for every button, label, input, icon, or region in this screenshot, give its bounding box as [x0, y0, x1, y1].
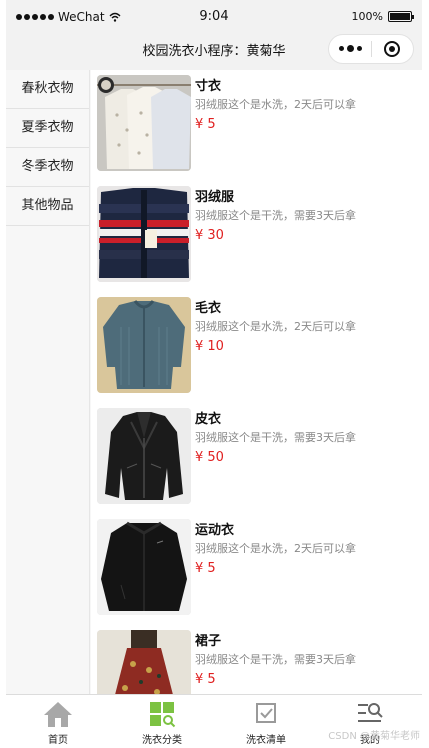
product-desc: 羽绒服这个是水洗，2天后可以拿 — [195, 320, 356, 333]
category-icon — [147, 700, 177, 728]
battery-icon — [388, 11, 414, 22]
product-name: 羽绒服 — [195, 190, 235, 205]
product-desc: 羽绒服这个是干洗，需要3天后拿 — [195, 653, 356, 666]
checklist-icon — [251, 700, 281, 728]
tab-label-checklist: 洗衣清单 — [246, 735, 286, 746]
product-name: 运动衣 — [195, 523, 235, 538]
product-desc: 羽绒服这个是干洗，需要3天后拿 — [195, 431, 356, 444]
product-price: ¥ 5 — [195, 561, 216, 576]
sidebar-item-summer[interactable]: 夏季衣物 — [6, 109, 89, 148]
product-price: ¥ 5 — [195, 672, 216, 687]
product-name: 寸衣 — [195, 79, 222, 94]
product-item[interactable]: 寸衣 羽绒服这个是水洗，2天后可以拿 ¥ 5 — [91, 70, 422, 171]
sidebar-item-spring-autumn[interactable]: 春秋衣物 — [6, 70, 89, 109]
nav-bar: 校园洗衣小程序：黄菊华 — [6, 34, 422, 70]
product-desc: 羽绒服这个是水洗，2天后可以拿 — [195, 98, 356, 111]
tab-home[interactable]: 首页 — [6, 695, 110, 748]
product-price: ¥ 10 — [195, 339, 224, 354]
product-item[interactable]: 裙子 羽绒服这个是干洗，需要3天后拿 ¥ 5 — [91, 625, 422, 694]
product-desc: 羽绒服这个是水洗，2天后可以拿 — [195, 542, 356, 555]
profile-search-icon — [355, 700, 385, 728]
status-bar: WeChat 9:04 100% — [6, 0, 422, 34]
product-item[interactable]: 皮衣 羽绒服这个是干洗，需要3天后拿 ¥ 50 — [91, 403, 422, 504]
product-price: ¥ 5 — [195, 117, 216, 132]
sidebar-item-winter[interactable]: 冬季衣物 — [6, 148, 89, 187]
product-price: ¥ 50 — [195, 450, 224, 465]
battery-percent: 100% — [351, 10, 383, 23]
watermark-text: CSDN @黄菊华老师 — [328, 731, 420, 742]
tab-label-home: 首页 — [48, 735, 68, 746]
product-image-shirts — [97, 75, 191, 171]
tab-checklist[interactable]: 洗衣清单 — [214, 695, 318, 748]
more-menu-icon[interactable] — [329, 45, 371, 52]
category-sidebar: 春秋衣物 夏季衣物 冬季衣物 其他物品 — [6, 70, 90, 694]
tab-category[interactable]: 洗衣分类 — [110, 695, 214, 748]
close-miniprogram-icon[interactable] — [372, 41, 413, 57]
miniprogram-capsule — [328, 34, 414, 64]
sidebar-item-other[interactable]: 其他物品 — [6, 187, 89, 226]
home-icon — [43, 700, 73, 728]
product-image-down-jacket — [97, 186, 191, 282]
product-name: 皮衣 — [195, 412, 222, 427]
product-price: ¥ 30 — [195, 228, 224, 243]
product-image-skirt — [97, 630, 191, 694]
product-name: 裙子 — [195, 634, 222, 649]
product-item[interactable]: 运动衣 羽绒服这个是水洗，2天后可以拿 ¥ 5 — [91, 514, 422, 615]
product-name: 毛衣 — [195, 301, 222, 316]
product-item[interactable]: 羽绒服 羽绒服这个是干洗，需要3天后拿 ¥ 30 — [91, 181, 422, 282]
product-image-sports-jacket — [97, 519, 191, 615]
product-list: 寸衣 羽绒服这个是水洗，2天后可以拿 ¥ 5 羽绒服 羽绒服这个是干洗，需要3天… — [91, 70, 422, 694]
tab-label-category: 洗衣分类 — [142, 735, 182, 746]
product-desc: 羽绒服这个是干洗，需要3天后拿 — [195, 209, 356, 222]
phone-screen: WeChat 9:04 100% 校园洗衣小程序：黄菊华 春秋衣物 夏季衣物 冬… — [6, 0, 422, 748]
product-image-leather-jacket — [97, 408, 191, 504]
product-item[interactable]: 毛衣 羽绒服这个是水洗，2天后可以拿 ¥ 10 — [91, 292, 422, 393]
tab-bar: 首页 洗衣分类 洗衣清单 我的 CSDN @黄菊华老师 — [6, 694, 422, 748]
product-image-sweater — [97, 297, 191, 393]
status-right: 100% — [351, 10, 414, 23]
